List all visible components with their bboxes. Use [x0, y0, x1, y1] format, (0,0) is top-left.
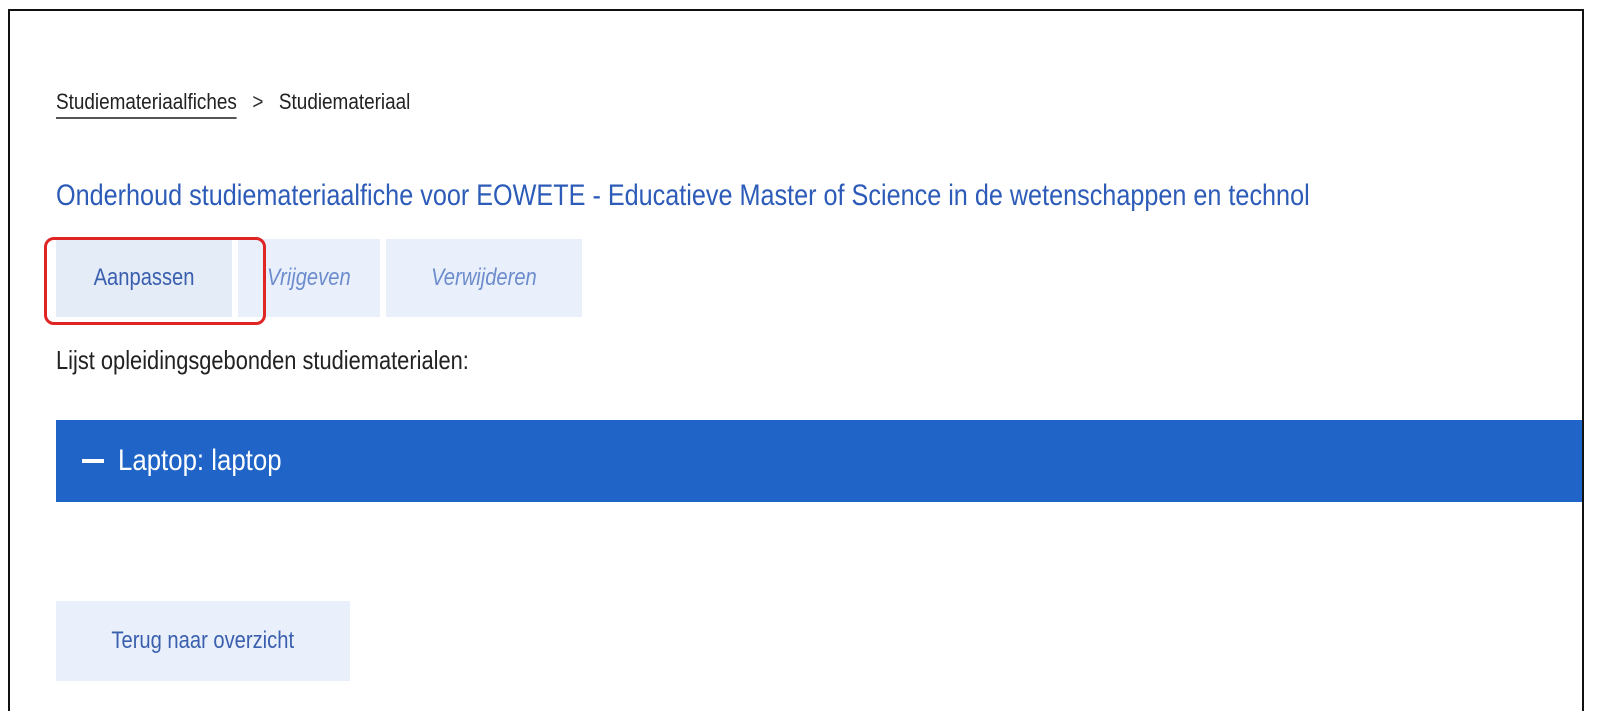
release-button-label: Vrijgeven [267, 264, 351, 291]
back-button-label: Terug naar overzicht [111, 627, 295, 654]
page-title: Onderhoud studiemateriaalfiche voor EOWE… [56, 179, 1310, 212]
breadcrumb: Studiemateriaalfiches > Studiemateriaal [56, 89, 411, 119]
breadcrumb-separator: > [252, 89, 264, 114]
accordion-header-laptop[interactable]: Laptop: laptop [56, 420, 1582, 502]
breadcrumb-current: Studiemateriaal [278, 89, 411, 114]
edit-button-label: Aanpassen [93, 264, 195, 291]
delete-button-label: Verwijderen [431, 264, 537, 291]
minus-icon[interactable] [82, 459, 104, 463]
list-label: Lijst opleidingsgebonden studiemateriale… [56, 345, 469, 375]
breadcrumb-link-studiemateriaalfiches[interactable]: Studiemateriaalfiches [56, 89, 237, 119]
release-button[interactable]: Vrijgeven [238, 239, 380, 317]
page-frame: Studiemateriaalfiches > Studiemateriaal On… [8, 9, 1584, 711]
delete-button[interactable]: Verwijderen [386, 239, 582, 317]
accordion-label: Laptop: laptop [118, 444, 282, 477]
edit-button[interactable]: Aanpassen [56, 239, 232, 317]
back-to-overview-button[interactable]: Terug naar overzicht [56, 601, 350, 681]
action-toolbar: Aanpassen Vrijgeven Verwijderen [56, 239, 582, 317]
